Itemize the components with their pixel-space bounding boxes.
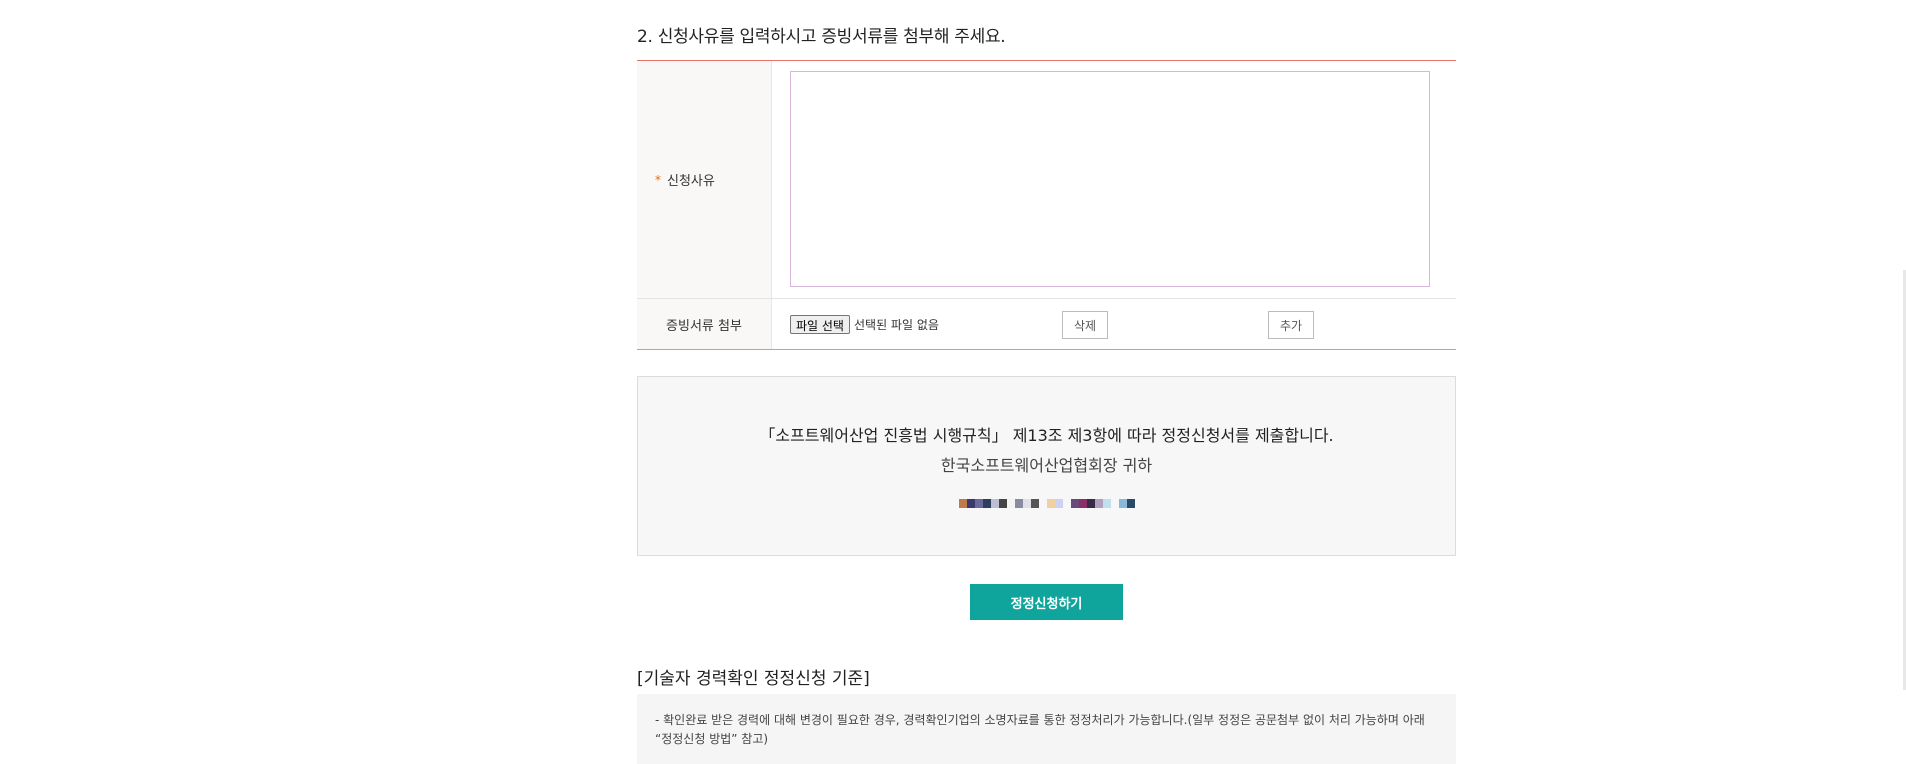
add-file-button[interactable]: 추가	[1268, 311, 1315, 339]
reason-label-cell: * 신청사유	[637, 61, 772, 298]
file-status-text: 선택된 파일 없음	[853, 318, 939, 332]
criteria-title: [기술자 경력확인 정정신청 기준]	[637, 669, 870, 689]
required-mark: *	[655, 172, 661, 187]
declaration-statement: 「소프트웨어산업 진흥법 시행규칙」 제13조 제3항에 따라 정정신청서를 제…	[759, 426, 1334, 445]
redacted-signature	[638, 499, 1455, 509]
submit-correction-button[interactable]: 정정신청하기	[970, 584, 1123, 620]
criteria-box: - 확인완료 받은 경력에 대해 변경이 필요한 경우, 경력확인기업의 소명자…	[637, 694, 1456, 764]
attachment-row: 증빙서류 첨부 파일 선택 선택된 파일 없음 삭제 추가	[637, 299, 1456, 349]
reason-input-cell	[772, 61, 1456, 298]
reason-row: * 신청사유	[637, 61, 1456, 299]
declaration-recipient: 한국소프트웨어산업협회장 귀하	[940, 456, 1153, 475]
reason-label: 신청사유	[667, 174, 715, 189]
file-select-button[interactable]: 파일 선택	[790, 315, 850, 334]
attachment-cell: 파일 선택 선택된 파일 없음 삭제 추가	[772, 299, 1456, 349]
delete-file-button[interactable]: 삭제	[1062, 311, 1109, 339]
form-table: * 신청사유 증빙서류 첨부 파일 선택 선택된 파일 없음 삭제 추가	[637, 60, 1456, 350]
reason-textarea[interactable]	[790, 71, 1430, 287]
criteria-text: - 확인완료 받은 경력에 대해 변경이 필요한 경우, 경력확인기업의 소명자…	[655, 713, 1425, 746]
declaration-box: 「소프트웨어산업 진흥법 시행규칙」 제13조 제3항에 따라 정정신청서를 제…	[637, 376, 1456, 556]
attachment-label: 증빙서류 첨부	[637, 299, 772, 349]
section-title: 2. 신청사유를 입력하시고 증빙서류를 첨부해 주세요.	[637, 27, 1006, 47]
